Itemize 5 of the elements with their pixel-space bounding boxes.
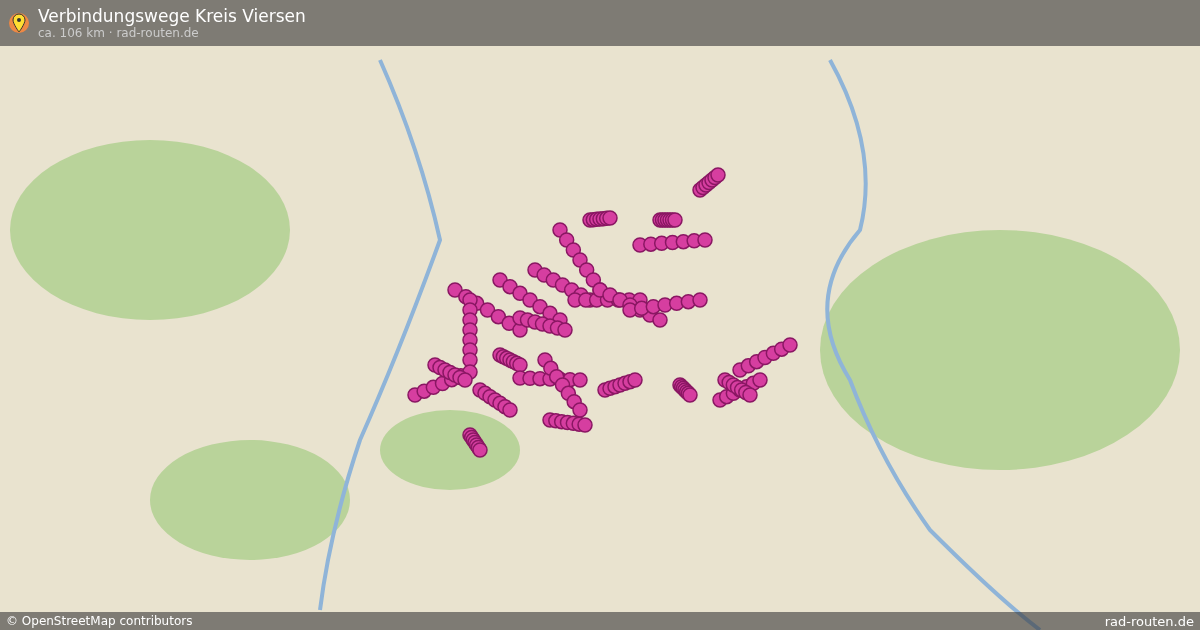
site-link[interactable]: rad-routen.de — [1104, 613, 1194, 629]
map-attribution: © OpenStreetMap contributors — [6, 614, 193, 628]
map-pin-icon — [8, 10, 30, 36]
route-title: Verbindungswege Kreis Viersen — [38, 6, 306, 26]
route-subtitle: ca. 106 km · rad-routen.de — [38, 26, 200, 40]
